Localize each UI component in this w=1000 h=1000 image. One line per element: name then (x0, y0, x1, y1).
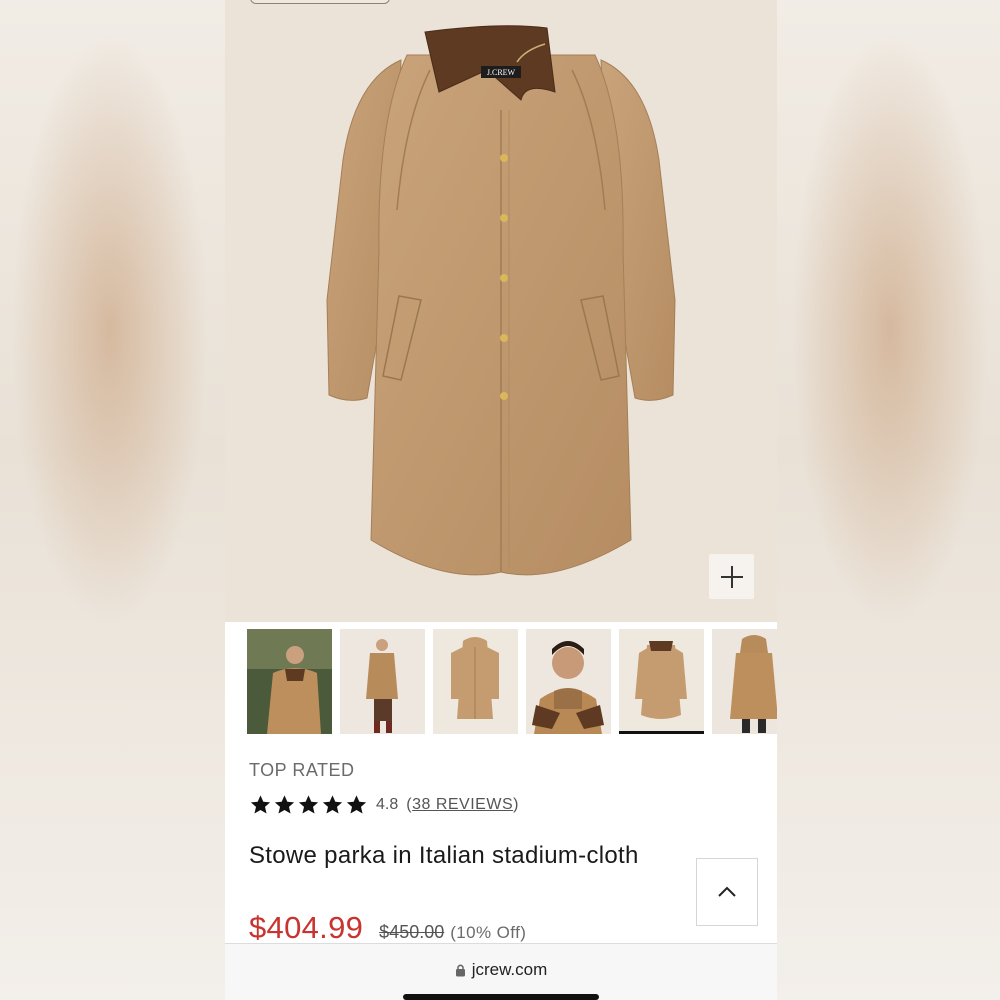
plus-icon (720, 565, 743, 588)
collar-label: J.CREW (487, 68, 516, 77)
home-indicator (403, 994, 599, 1000)
thumbnail-model-forest[interactable] (247, 629, 332, 734)
chevron-up-icon (718, 886, 736, 897)
reviews-link[interactable]: (38 REVIEWS) (406, 796, 519, 814)
thumbnail-model-back[interactable] (712, 629, 777, 734)
star-icon (346, 795, 367, 814)
thumbnail-model-full-length[interactable] (340, 629, 425, 734)
price-row: $404.99 $450.00 (10% Off) (249, 910, 526, 946)
sale-price: $404.99 (249, 910, 364, 945)
top-rated-badge: TOP RATED (249, 760, 355, 780)
product-title: Stowe parka in Italian stadium-cloth (249, 842, 639, 869)
coat-illustration: J.CREW (326, 25, 676, 576)
thumbnail-model-smiling[interactable] (526, 629, 611, 734)
star-icon (322, 795, 343, 814)
star-icon (250, 795, 271, 814)
reviews-count[interactable]: 38 REVIEWS (412, 796, 513, 813)
star-rating (249, 794, 368, 816)
original-price: $450.00 (379, 922, 445, 942)
url-text: jcrew.com (471, 960, 548, 979)
url-field[interactable]: jcrew.com (225, 960, 777, 980)
product-hero-image[interactable]: J.CREW (225, 0, 777, 622)
thumbnail-coat-flat[interactable] (619, 629, 704, 734)
reviews-paren-close: ) (513, 796, 519, 813)
rating-value: 4.8 (376, 796, 399, 813)
browser-address-bar: jcrew.com (225, 943, 777, 1000)
discount-text: (10% Off) (450, 923, 527, 942)
thumbnail-coat-hood[interactable] (433, 629, 518, 734)
scroll-to-top-button[interactable] (696, 858, 758, 926)
star-icon (274, 795, 295, 814)
star-icon (298, 795, 319, 814)
product-page: J.CREW TOP RATED 4.8 (38 REVIEWS) Stowe … (225, 0, 777, 1000)
lock-icon (455, 964, 465, 977)
zoom-button[interactable] (709, 554, 754, 599)
rating-row: 4.8 (38 REVIEWS) (249, 792, 519, 818)
thumbnail-strip[interactable] (247, 629, 777, 737)
